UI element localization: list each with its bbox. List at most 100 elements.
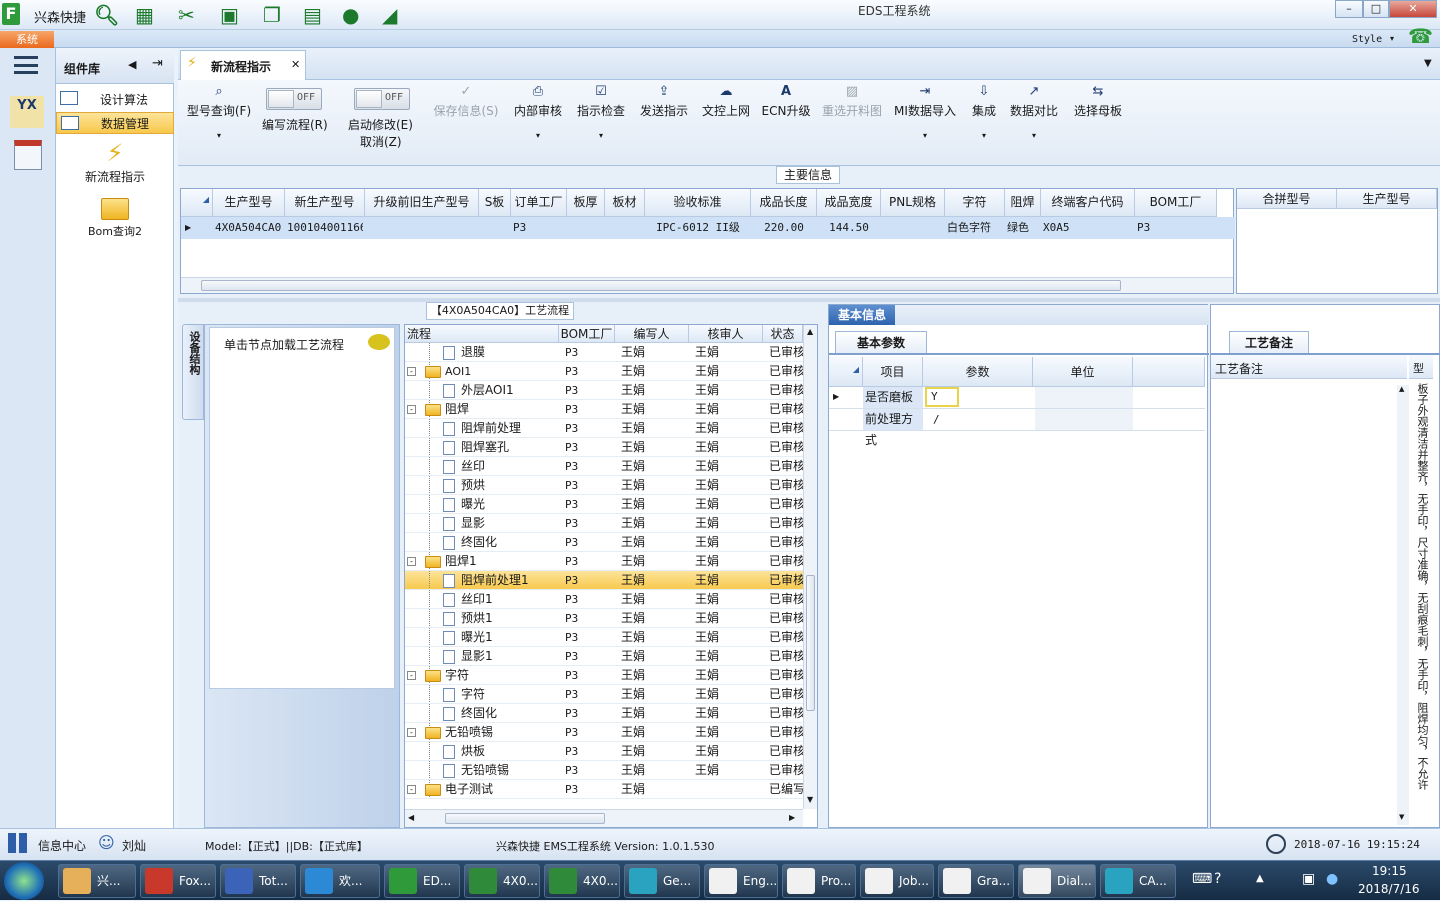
pin-icon[interactable]: ⇥ [152,56,163,71]
taskbar-item[interactable]: 兴... [58,864,136,898]
grid-header-cell[interactable]: 流程 [405,325,559,343]
taskbar-item[interactable]: Pro... [782,864,856,898]
yx-icon[interactable]: YX [10,96,44,128]
tree-row[interactable]: 终固化 P3 王娟 王娟 已审核 [405,533,803,552]
doc-control-online-button[interactable]: ☁ 文控上网 [698,84,754,119]
taskbar-item[interactable]: Job... [860,864,934,898]
grid-cell[interactable]: 144.50 [819,217,879,239]
tree-row[interactable]: 显影1 P3 王娟 王娟 已审核 [405,647,803,666]
grid-cell[interactable] [367,217,477,239]
horizontal-scrollbar[interactable]: ◀ ▶ [405,809,803,827]
tab-new-process[interactable]: ⚡ 新流程指示 ✕ [180,50,306,80]
tray-network-icon[interactable]: ▣ [1302,871,1315,887]
grid-header-cell[interactable]: 成品宽度 [817,189,881,217]
table-row[interactable]: ▶ 是否磨板 Y [829,387,1205,409]
user-icon[interactable]: ● [342,3,366,27]
calendar-icon[interactable] [14,140,42,170]
horizontal-scrollbar[interactable] [181,277,1233,293]
phone-icon[interactable]: ☎ [1408,24,1433,48]
close-icon[interactable]: ✕ [291,58,300,71]
tree-row[interactable]: 曝光 P3 王娟 王娟 已审核 [405,495,803,514]
info-center-link[interactable]: 信息中心 [38,837,86,854]
grid-header-cell[interactable]: PNL规格 [881,189,945,217]
maximize-button[interactable]: □ [1363,0,1389,18]
grid-cell[interactable]: 220.00 [753,217,815,239]
nav-item-design[interactable]: 设计算法 [56,88,174,110]
instruction-check-button[interactable]: ☑ 指示检查 ▾ [572,84,630,140]
menu-icon[interactable] [14,56,38,74]
tree-row[interactable]: - 电子测试 P3 王娟 已编写 [405,780,803,799]
style-chevron-icon[interactable]: ▾ [1390,34,1394,43]
system-tab[interactable]: 系统 [0,31,54,48]
grid-cell[interactable]: 白色字符 [947,217,1003,239]
minimize-button[interactable]: – [1335,0,1363,18]
nav-item-data-management[interactable]: 数据管理 [56,112,174,134]
vertical-scrollbar[interactable]: ▲ ▼ [1397,385,1409,825]
table-row[interactable]: 前处理方式 / [829,409,1205,447]
grid-header-cell[interactable]: 升级前旧生产型号 [365,189,479,217]
close-button[interactable]: ✕ [1389,0,1437,18]
tree-row[interactable]: - 字符 P3 王娟 王娟 已审核 [405,666,803,685]
model-query-button[interactable]: ⌕ 型号查询(F) ▾ [182,84,256,140]
integrate-button[interactable]: ⇩ 集成 ▾ [964,84,1004,140]
tree-row[interactable]: 无铅喷锡 P3 王娟 王娟 已审核 [405,761,803,780]
clock-date[interactable]: 2018/7/16 [1358,882,1420,896]
grid-cell[interactable] [607,217,643,239]
taskbar-item[interactable]: Ge... [624,864,700,898]
collapse-toggle-icon[interactable]: - [407,557,416,566]
grid-header-cell[interactable]: 终端客户代码 [1041,189,1135,217]
tree-row[interactable]: 预烘 P3 王娟 王娟 已审核 [405,476,803,495]
tree-row[interactable]: 阻焊塞孔 P3 王娟 王娟 已审核 [405,438,803,457]
taskbar-item[interactable]: Dial... [1018,864,1096,898]
equipment-side-tab[interactable]: 设备结构 [182,324,204,420]
tree-row[interactable]: 字符 P3 王娟 王娟 已审核 [405,685,803,704]
select-mother-board-button[interactable]: ⇆ 选择母板 [1070,84,1126,119]
grid-cell[interactable] [569,217,603,239]
grid-header-cell[interactable]: 生产型号 [213,189,285,217]
table-row[interactable]: ▶ 4X0A504CA010010400116619 P3 IPC-6012 II级2… [181,217,1235,239]
taskbar-item[interactable]: ED... [384,864,460,898]
nav-item-new-process[interactable]: ⚡ 新流程指示 [56,138,174,188]
grid-cell[interactable]: P3 [1137,217,1215,239]
tree-row[interactable]: 曝光1 P3 王娟 王娟 已审核 [405,628,803,647]
tree-row[interactable]: 终固化 P3 王娟 王娟 已审核 [405,704,803,723]
grid-header-cell[interactable]: 成品长度 [751,189,817,217]
tree-row[interactable]: 丝印 P3 王娟 王娟 已审核 [405,457,803,476]
chart-icon[interactable]: ◢ [382,3,406,27]
nav-item-bom-query[interactable]: Bom查询2 [56,194,174,240]
grid-icon[interactable] [8,833,28,853]
param-value[interactable]: / [933,409,940,430]
basic-param-tab[interactable]: 基本参数 [835,331,927,353]
grid-cell[interactable]: IPC-6012 II级 [647,217,749,239]
taskbar-item[interactable]: Eng... [704,864,778,898]
clock-time[interactable]: 19:15 [1372,864,1407,878]
grid-cell[interactable]: 10010400116619 [287,217,363,239]
mi-import-button[interactable]: ⇥ MI数据导入 ▾ [892,84,958,140]
collapse-toggle-icon[interactable]: - [407,728,416,737]
grid-header-cell[interactable]: 订单工厂 [511,189,567,217]
start-edit-toggle[interactable]: OFF [354,88,410,110]
data-compare-button[interactable]: ↗ 数据对比 ▾ [1008,84,1060,140]
grid-header-cell[interactable]: 板厚 [567,189,605,217]
vertical-scrollbar[interactable]: ▲ ▼ [803,325,817,809]
taskbar-item[interactable]: 欢... [300,864,380,898]
taskbar-item[interactable]: CA... [1100,864,1176,898]
internal-review-button[interactable]: ⎙ 内部审核 ▾ [508,84,568,140]
grid-cell[interactable]: 4X0A504CA0 [215,217,283,239]
splitter[interactable] [178,298,1440,302]
tree-row[interactable]: - AOI1 P3 王娟 王娟 已审核 [405,362,803,381]
tree-row[interactable]: 丝印1 P3 王娟 王娟 已审核 [405,590,803,609]
collapse-toggle-icon[interactable]: - [407,367,416,376]
save-info-button[interactable]: ✓ 保存信息(S) [430,84,502,119]
grid-cell[interactable]: X0A5 [1043,217,1133,239]
grid-cell[interactable] [481,217,509,239]
search-icon[interactable]: 🔍︎ [94,3,119,27]
send-instruction-button[interactable]: ⇪ 发送指示 [634,84,694,119]
param-value-input[interactable]: Y [925,387,959,407]
tree-row[interactable]: 外层AOI1 P3 王娟 王娟 已审核 [405,381,803,400]
style-menu[interactable]: Style [1352,34,1382,45]
collapse-toggle-icon[interactable]: - [407,671,416,680]
collapse-toggle-icon[interactable]: - [407,405,416,414]
tree-row[interactable]: 预烘1 P3 王娟 王娟 已审核 [405,609,803,628]
reselect-cutting-button[interactable]: ▨ 重选开料图 [818,84,886,119]
